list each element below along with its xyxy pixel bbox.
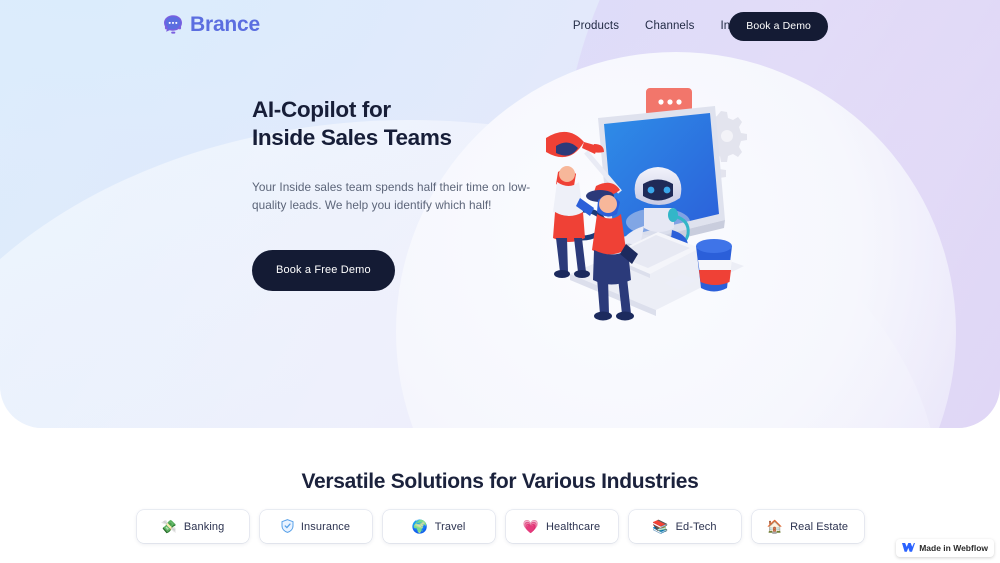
hero-copy: AI-Copilot for Inside Sales Teams Your I… [252,96,542,291]
industry-chip-label: Ed-Tech [675,520,717,533]
brand-name: Brance [190,13,261,36]
hero-title-line-2: Inside Sales Teams [252,125,452,151]
industries-title: Versatile Solutions for Various Industri… [301,470,699,493]
industry-chip-insurance[interactable]: Insurance [259,510,372,543]
nav-link-channels[interactable]: Channels [645,20,694,32]
industry-chip-real-estate[interactable]: 🏠 Real Estate [751,510,864,543]
made-in-webflow-badge[interactable]: Made in Webflow [896,539,994,557]
house-emoji: 🏠 [766,519,784,534]
industry-chip-healthcare[interactable]: 💗 Healthcare [505,510,618,543]
globe-emoji: 🌍 [411,519,428,534]
industry-chip-label: Travel [434,520,466,533]
chat-bubble-headset-icon [160,12,186,38]
industry-chip-label: Banking [183,520,225,533]
made-in-webflow-label: Made in Webflow [919,543,988,553]
coffee-cup [696,239,732,292]
hero-title: AI-Copilot for Inside Sales Teams [252,96,542,153]
person-woman [553,166,594,278]
industries-section: Versatile Solutions for Various Industri… [0,470,1000,543]
book-a-free-demo-button[interactable]: Book a Free Demo [252,249,395,291]
industry-chip-label: Real Estate [790,520,849,533]
industry-chip-label: Insurance [300,520,351,533]
heartbeat-emoji: 💗 [522,519,539,534]
hero-subtitle: Your Inside sales team spends half their… [252,179,531,213]
shield-check-icon [281,518,294,535]
money-with-wings-emoji: 💸 [160,519,177,534]
books-graduation-emoji: 📚 [652,519,669,534]
industry-chip-banking[interactable]: 💸 Banking [136,510,249,543]
brand-logo[interactable]: Brance [160,12,260,38]
hero-title-line-1: AI-Copilot for [252,97,391,122]
webflow-logo-icon [902,539,916,557]
industry-chip-edtech[interactable]: 📚 Ed-Tech [628,510,741,543]
nav-link-products[interactable]: Products [573,20,619,32]
industry-chip-list: 💸 Banking Insurance 🌍 Travel 💗 Healthcar… [0,510,1000,543]
top-navigation: Brance Products Channels Investors Book … [0,0,1000,52]
industry-chip-travel[interactable]: 🌍 Travel [382,510,495,543]
hero-illustration [540,78,770,323]
industry-chip-label: Healthcare [545,520,601,533]
book-a-demo-button[interactable]: Book a Demo [729,12,828,41]
